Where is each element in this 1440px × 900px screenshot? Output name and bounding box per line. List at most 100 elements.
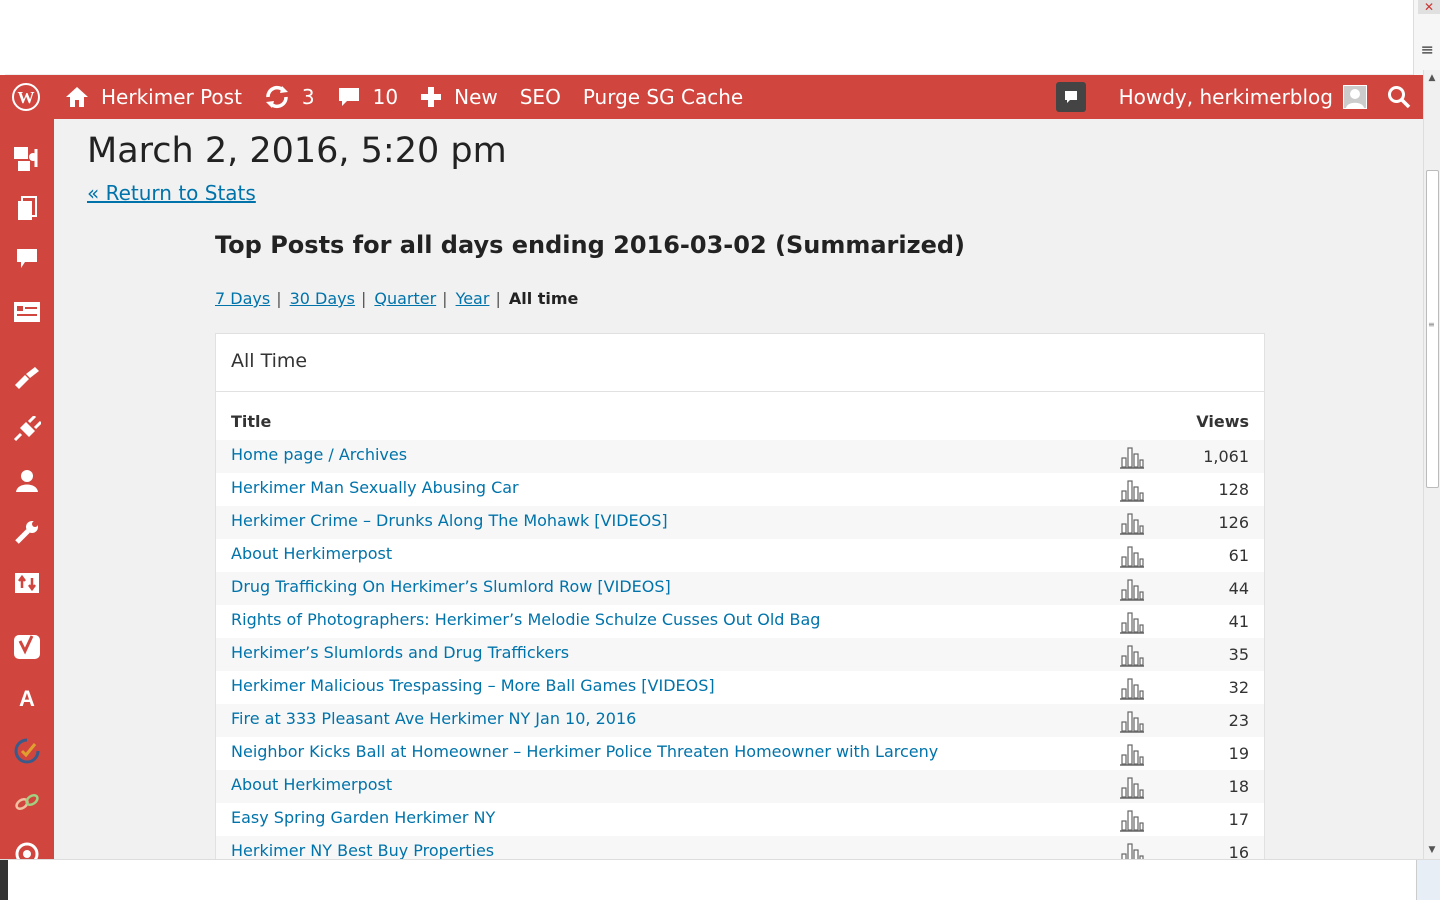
section-title: Top Posts for all days ending 2016-03-02… — [215, 231, 965, 259]
table-row: Fire at 333 Pleasant Ave Herkimer NY Jan… — [216, 704, 1264, 737]
plus-icon — [421, 87, 442, 107]
bar-chart-icon[interactable] — [1119, 742, 1145, 766]
post-title-link[interactable]: Herkimer Malicious Trespassing – More Ba… — [231, 676, 715, 695]
period-7-days-link[interactable]: 7 Days — [215, 289, 270, 308]
table-row: Herkimer Man Sexually Abusing Car 128 — [216, 473, 1264, 506]
menu-icon[interactable]: ≡ — [1421, 40, 1434, 59]
post-views: 19 — [1228, 744, 1249, 763]
home-icon — [66, 87, 88, 107]
scroll-up-icon[interactable]: ▲ — [1424, 70, 1440, 87]
post-title-link[interactable]: Rights of Photographers: Herkimer’s Melo… — [231, 610, 820, 629]
post-title-link[interactable]: Fire at 333 Pleasant Ave Herkimer NY Jan… — [231, 709, 636, 728]
bar-chart-icon[interactable] — [1119, 808, 1145, 832]
admin-sidebar: A — [0, 119, 54, 859]
post-title-link[interactable]: Herkimer Man Sexually Abusing Car — [231, 478, 519, 497]
comments-menu[interactable]: 10 — [326, 75, 409, 119]
scroll-down-icon[interactable]: ▼ — [1424, 842, 1440, 859]
site-name: Herkimer Post — [101, 85, 242, 109]
bar-chart-icon[interactable] — [1119, 577, 1145, 601]
column-title: Title — [231, 412, 272, 431]
svg-text:W: W — [18, 88, 35, 107]
bar-chart-icon[interactable] — [1119, 478, 1145, 502]
media-icon[interactable] — [0, 139, 54, 179]
post-title-link[interactable]: About Herkimerpost — [231, 544, 392, 563]
howdy-text: Howdy, herkimerblog — [1118, 85, 1333, 109]
font-icon[interactable]: A — [0, 679, 54, 719]
settings-icon[interactable] — [0, 563, 54, 603]
new-content-menu[interactable]: New — [409, 75, 509, 119]
period-year-link[interactable]: Year — [456, 289, 490, 308]
bar-chart-icon[interactable] — [1119, 841, 1145, 859]
vertical-scrollbar[interactable]: ▲ ≡ ▼ — [1423, 70, 1440, 859]
bar-chart-icon[interactable] — [1119, 643, 1145, 667]
avatar — [1343, 85, 1367, 109]
performance-icon[interactable] — [0, 731, 54, 771]
table-row: Drug Trafficking On Herkimer’s Slumlord … — [216, 572, 1264, 605]
pages-icon[interactable] — [0, 189, 54, 229]
post-views: 32 — [1228, 678, 1249, 697]
tools-icon[interactable] — [0, 512, 54, 552]
column-views: Views — [1196, 412, 1249, 431]
bar-chart-icon[interactable] — [1119, 544, 1145, 568]
users-icon[interactable] — [0, 461, 54, 501]
post-title-link[interactable]: Home page / Archives — [231, 445, 407, 464]
notifications-icon[interactable] — [1055, 82, 1086, 112]
post-views: 44 — [1228, 579, 1249, 598]
yoast-icon[interactable] — [0, 626, 54, 666]
post-views: 41 — [1228, 612, 1249, 631]
bar-chart-icon[interactable] — [1119, 445, 1145, 469]
post-title-link[interactable]: Herkimer NY Best Buy Properties — [231, 841, 494, 859]
separator: | — [360, 289, 367, 308]
bar-chart-icon[interactable] — [1119, 709, 1145, 733]
post-title-link[interactable]: Easy Spring Garden Herkimer NY — [231, 808, 495, 827]
table-row: Easy Spring Garden Herkimer NY 17 — [216, 803, 1264, 836]
seo-menu[interactable]: SEO — [509, 75, 572, 119]
search-icon[interactable] — [1375, 75, 1423, 119]
post-title-link[interactable]: Neighbor Kicks Ball at Homeowner – Herki… — [231, 742, 938, 761]
links-icon[interactable] — [0, 782, 54, 822]
table-row: Herkimer Malicious Trespassing – More Ba… — [216, 671, 1264, 704]
feedback-icon[interactable] — [0, 292, 54, 332]
table-row: Herkimer Crime – Drunks Along The Mohawk… — [216, 506, 1264, 539]
bottom-bar — [0, 859, 1440, 900]
purge-cache-menu[interactable]: Purge SG Cache — [572, 75, 754, 119]
close-icon[interactable]: ✕ — [1418, 0, 1440, 14]
page-title: March 2, 2016, 5:20 pm — [87, 131, 507, 171]
comment-icon — [338, 88, 359, 106]
return-to-stats-link[interactable]: « Return to Stats — [87, 181, 256, 205]
updates-menu[interactable]: 3 — [253, 75, 326, 119]
main-content: March 2, 2016, 5:20 pm « Return to Stats… — [54, 119, 1423, 859]
bar-chart-icon[interactable] — [1119, 610, 1145, 634]
top-posts-card: All Time Title Views Home page / Archive… — [215, 333, 1265, 859]
post-views: 1,061 — [1203, 447, 1249, 466]
separator: | — [442, 289, 448, 308]
table-row: Herkimer’s Slumlords and Drug Trafficker… — [216, 638, 1264, 671]
period-30-days-link[interactable]: 30 Days — [290, 289, 355, 308]
scroll-thumb[interactable] — [1426, 170, 1439, 488]
bar-chart-icon[interactable] — [1119, 775, 1145, 799]
post-views: 23 — [1228, 711, 1249, 730]
post-title-link[interactable]: Drug Trafficking On Herkimer’s Slumlord … — [231, 577, 671, 596]
post-title-link[interactable]: About Herkimerpost — [231, 775, 392, 794]
post-views: 128 — [1218, 480, 1249, 499]
comments-count: 10 — [372, 85, 399, 109]
card-heading: All Time — [216, 334, 1264, 392]
bar-chart-icon[interactable] — [1119, 511, 1145, 535]
appearance-icon[interactable] — [0, 357, 54, 397]
updates-icon — [265, 85, 288, 109]
period-quarter-link[interactable]: Quarter — [374, 289, 436, 308]
wordpress-logo-icon[interactable]: W — [0, 75, 52, 119]
post-title-link[interactable]: Herkimer’s Slumlords and Drug Trafficker… — [231, 643, 569, 662]
comments-sidebar-icon[interactable] — [0, 239, 54, 279]
browser-blank-area — [5, 0, 1413, 75]
post-title-link[interactable]: Herkimer Crime – Drunks Along The Mohawk… — [231, 511, 668, 530]
extra-icon[interactable] — [0, 834, 54, 859]
admin-bar: W Herkimer Post 3 10 New SEO Purge SG Ca… — [0, 75, 1423, 119]
bar-chart-icon[interactable] — [1119, 676, 1145, 700]
post-views: 61 — [1228, 546, 1249, 565]
account-menu[interactable]: Howdy, herkimerblog — [1108, 75, 1375, 119]
plugins-icon[interactable] — [0, 409, 54, 449]
site-menu[interactable]: Herkimer Post — [52, 75, 253, 119]
table-header: Title Views — [231, 412, 1249, 440]
purge-label: Purge SG Cache — [582, 85, 744, 109]
